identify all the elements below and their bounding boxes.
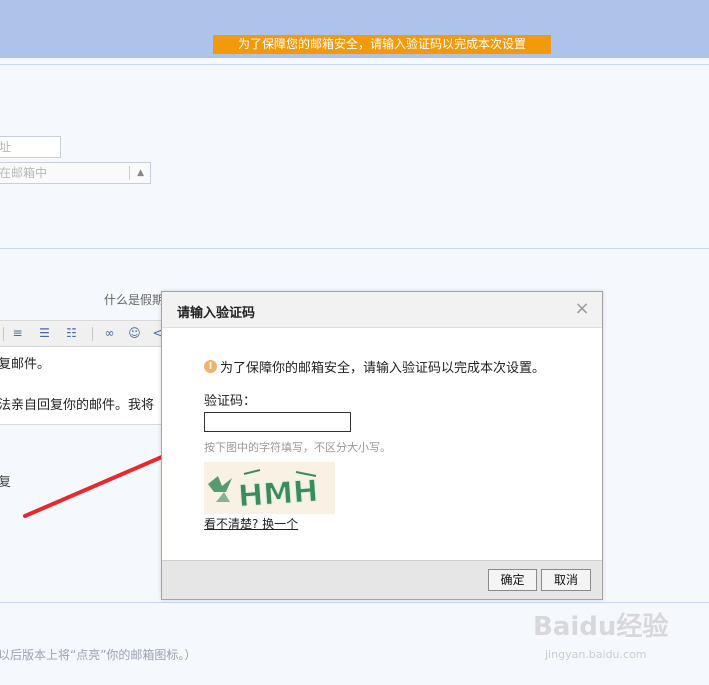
auto-reply-label: 复 [0,475,12,490]
toolbar-separator [3,327,4,341]
security-notice-banner: 为了保障您的邮箱安全，请输入验证码以完成本次设置 [213,35,551,54]
dialog-footer: 确定 取消 [162,560,602,599]
reply-editor[interactable]: 复邮件。 法亲自回复你的邮件。我将 [0,347,165,425]
link-icon[interactable]: ∞ [102,326,117,341]
baidu-watermark: Baidu经验 jingyan.baidu.com [533,606,705,666]
dialog-title: 请输入验证码 [177,306,256,321]
captcha-input[interactable] [204,412,351,432]
info-icon: ! [204,360,217,373]
numbered-list-icon[interactable]: ☷ [64,326,79,341]
captcha-dialog: 请输入验证码 × ! 为了保障你的邮箱安全，请输入验证码以完成本次设置。 验证码… [161,291,603,600]
settings-panel-top [0,64,709,246]
address-input[interactable]: 址 [0,136,61,158]
updown-arrow-icon: ▲ [137,168,144,178]
confirm-button[interactable]: 确定 [488,569,537,591]
what-is-vacation-link[interactable]: 什么是假期 [104,291,164,308]
bullet-list-icon[interactable]: ☰ [37,326,52,341]
align-icon[interactable]: ≡ [10,326,25,341]
editor-text-line: 复邮件。 [0,357,51,372]
dialog-header: 请输入验证码 × [162,292,602,328]
mailbox-select-value: 在邮箱中 [0,166,48,180]
watermark-brand: Baidu经验 [533,612,669,642]
captcha-hint: 按下图中的字符填写，不区分大小写。 [204,441,391,454]
editor-toolbar: ≡ ☰ ☷ ∞ ☺ < [0,320,165,347]
captcha-image: HMH [204,462,335,514]
captcha-label: 验证码： [204,394,257,409]
select-divider [129,166,130,180]
close-icon[interactable]: × [574,300,590,318]
captcha-text: HMH [237,474,319,514]
editor-text-line: 法亲自回复你的邮件。我将 [0,398,155,413]
footer-note: 以后版本上将“点亮”你的邮箱图标。） [0,648,197,662]
toolbar-separator [92,327,93,341]
security-message: 为了保障你的邮箱安全，请输入验证码以完成本次设置。 [220,361,546,376]
watermark-url: jingyan.baidu.com [545,648,647,661]
emoji-icon[interactable]: ☺ [127,326,142,341]
mailbox-select[interactable]: 在邮箱中 ▲ [0,162,151,184]
refresh-captcha-link[interactable]: 看不清楚? 换一个 [204,515,298,532]
cancel-button[interactable]: 取消 [541,569,591,591]
